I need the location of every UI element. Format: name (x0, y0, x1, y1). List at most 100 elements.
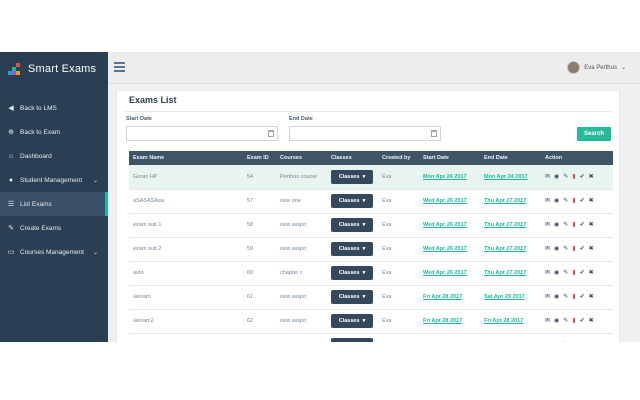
classes-cell: Classes▾ (327, 189, 378, 214)
check-icon[interactable]: ✔ (580, 198, 585, 204)
end-date-link[interactable]: Thu Apr 27 2017 (484, 246, 526, 252)
check-icon[interactable]: ✔ (580, 318, 585, 324)
start-date-link[interactable]: Fri Apr 28 2017 (423, 294, 462, 300)
exam-name-cell: Goran HP (129, 165, 243, 190)
start-date-input[interactable] (126, 126, 278, 141)
start-date-link[interactable]: Wed Apr 26 2017 (423, 198, 467, 204)
column-header[interactable]: Action (541, 151, 613, 165)
eye-icon[interactable]: ◉ (554, 222, 559, 228)
user-menu[interactable]: Eva Perthus ⌄ (567, 61, 626, 74)
sidebar-item-dashboard[interactable]: ⌂ Dashboard (0, 144, 108, 168)
eye-icon[interactable]: ◉ (554, 198, 559, 204)
classes-dropdown-button[interactable]: Classes▾ (331, 290, 373, 304)
trash-icon[interactable]: ▮ (572, 270, 575, 276)
classes-label: Classes (338, 198, 360, 204)
sidebar-item-student-management[interactable]: ● Student Management ⌄ (0, 168, 108, 192)
edit-icon[interactable]: ✎ (563, 318, 568, 324)
end-date-link[interactable]: Fri Apr 28 2017 (484, 318, 523, 324)
close-icon[interactable]: ✖ (589, 270, 594, 276)
classes-dropdown-button[interactable]: Classes▾ (331, 242, 373, 256)
eye-icon[interactable]: ◉ (554, 318, 559, 324)
edit-icon[interactable]: ✎ (563, 222, 568, 228)
classes-dropdown-button[interactable]: Classes▾ (331, 194, 373, 208)
mail-icon[interactable]: ✉ (545, 294, 550, 300)
eye-icon[interactable]: ◉ (554, 174, 559, 180)
sidebar: Smart Exams ◀ Back to LMS ⊕ Back to Exam ⌂ Da… (0, 52, 108, 342)
mail-icon[interactable]: ✉ (545, 198, 550, 204)
mail-icon[interactable]: ✉ (545, 174, 550, 180)
trash-icon[interactable]: ▮ (572, 174, 575, 180)
column-header[interactable]: Created by (378, 151, 419, 165)
check-icon[interactable]: ✔ (580, 294, 585, 300)
close-icon[interactable]: ✖ (589, 198, 594, 204)
classes-dropdown-button[interactable]: Classes▾ (331, 338, 373, 342)
chevron-down-icon[interactable]: ⌄ (93, 177, 98, 184)
end-date-input[interactable] (289, 126, 441, 141)
classes-dropdown-button[interactable]: Classes▾ (331, 314, 373, 328)
eye-icon[interactable]: ◉ (554, 270, 559, 276)
close-icon[interactable]: ✖ (589, 174, 594, 180)
calendar-icon[interactable] (431, 130, 437, 137)
sidebar-item-back-to-lms[interactable]: ◀ Back to LMS (0, 96, 108, 120)
end-date-cell: Thu Apr 27 2017 (480, 189, 541, 214)
table-row: exam sub 1 58 new asspo Classes ▾ Eva Wed Apr … (129, 213, 613, 238)
eye-icon[interactable]: ◉ (554, 246, 559, 252)
check-icon[interactable]: ✔ (580, 246, 585, 252)
sidebar-item-courses-management[interactable]: ▭ Courses Management ⌄ (0, 240, 108, 264)
start-date-link[interactable]: Wed Apr 26 2017 (423, 222, 467, 228)
column-header[interactable]: Exam Name (129, 151, 243, 165)
mail-icon[interactable]: ✉ (545, 318, 550, 324)
eye-icon[interactable]: ◉ (554, 294, 559, 300)
menu-toggle-icon[interactable] (114, 62, 125, 72)
close-icon[interactable]: ✖ (589, 246, 594, 252)
trash-icon[interactable]: ▮ (572, 246, 575, 252)
column-header[interactable]: Start Date (419, 151, 480, 165)
edit-icon[interactable]: ✎ (563, 198, 568, 204)
calendar-icon[interactable] (268, 130, 274, 137)
table-row: uiexam2 62 new asspo Classes ▾ Eva Fri Apr 28 … (129, 309, 613, 334)
chevron-down-icon[interactable]: ⌄ (93, 249, 98, 256)
close-icon[interactable]: ✖ (589, 294, 594, 300)
edit-icon[interactable]: ✎ (563, 270, 568, 276)
sidebar-item-label: Dashboard (20, 152, 52, 160)
end-date-link[interactable]: Mon Apr 24 2017 (484, 174, 528, 180)
classes-dropdown-button[interactable]: Classes▾ (331, 266, 373, 280)
close-icon[interactable]: ✖ (589, 318, 594, 324)
edit-icon[interactable]: ✎ (563, 174, 568, 180)
trash-icon[interactable]: ▮ (572, 198, 575, 204)
page-title: Exams List (129, 95, 177, 105)
trash-icon[interactable]: ▮ (572, 222, 575, 228)
sidebar-item-back-to-exam[interactable]: ⊕ Back to Exam (0, 120, 108, 144)
check-icon[interactable]: ✔ (580, 222, 585, 228)
column-header[interactable]: Exam ID (243, 151, 276, 165)
classes-dropdown-button[interactable]: Classes▾ (331, 218, 373, 232)
end-date-link[interactable]: Thu Apr 27 2017 (484, 270, 526, 276)
mail-icon[interactable]: ✉ (545, 246, 550, 252)
search-button[interactable]: Search (577, 127, 611, 141)
end-date-cell: Fri Apr 28 2017 (480, 309, 541, 334)
end-date-link[interactable]: Thu Apr 27 2017 (484, 198, 526, 204)
mail-icon[interactable]: ✉ (545, 270, 550, 276)
classes-dropdown-button[interactable]: Classes▾ (331, 169, 373, 184)
sidebar-item-create-exams[interactable]: ✎ Create Exams (0, 216, 108, 240)
start-date-link[interactable]: Mon Apr 24 2017 (423, 174, 467, 180)
check-icon[interactable]: ✔ (580, 174, 585, 180)
edit-icon[interactable]: ✎ (563, 246, 568, 252)
trash-icon[interactable]: ▮ (572, 318, 575, 324)
start-date-link[interactable]: Wed Apr 26 2017 (423, 270, 467, 276)
sidebar-item-list-exams[interactable]: ☰ List Exams (0, 192, 108, 216)
column-header[interactable]: Classes (327, 151, 378, 165)
end-date-link[interactable]: Sat Apr 29 2017 (484, 294, 525, 300)
check-icon[interactable]: ✔ (580, 270, 585, 276)
action-cell: ✉ ◉ ✎ ▮ ✔ ✖ (541, 237, 613, 262)
start-date-link[interactable]: Fri Apr 28 2017 (423, 318, 462, 324)
close-icon[interactable]: ✖ (589, 222, 594, 228)
brand[interactable]: Smart Exams (0, 52, 108, 86)
column-header[interactable]: Courses (276, 151, 327, 165)
column-header[interactable]: End Date (480, 151, 541, 165)
trash-icon[interactable]: ▮ (572, 294, 575, 300)
end-date-link[interactable]: Thu Apr 27 2017 (484, 222, 526, 228)
mail-icon[interactable]: ✉ (545, 222, 550, 228)
edit-icon[interactable]: ✎ (563, 294, 568, 300)
start-date-link[interactable]: Wed Apr 26 2017 (423, 246, 467, 252)
